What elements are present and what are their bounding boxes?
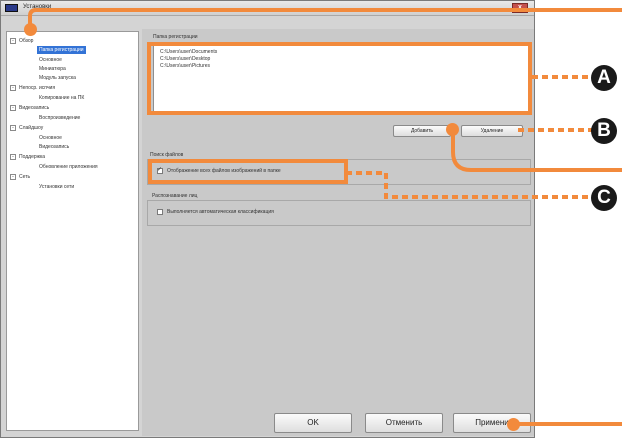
callout-dot (24, 23, 37, 36)
callout-line-tree (28, 8, 622, 28)
callout-badge-c: C (591, 185, 617, 211)
callout-box-a (147, 42, 532, 115)
callout-badge-a: A (591, 65, 617, 91)
callout-dot (446, 123, 459, 136)
callout-dot (507, 418, 520, 431)
callout-badge-b: B (591, 118, 617, 144)
callout-box-c (148, 159, 348, 184)
callout-line-c (346, 171, 593, 199)
